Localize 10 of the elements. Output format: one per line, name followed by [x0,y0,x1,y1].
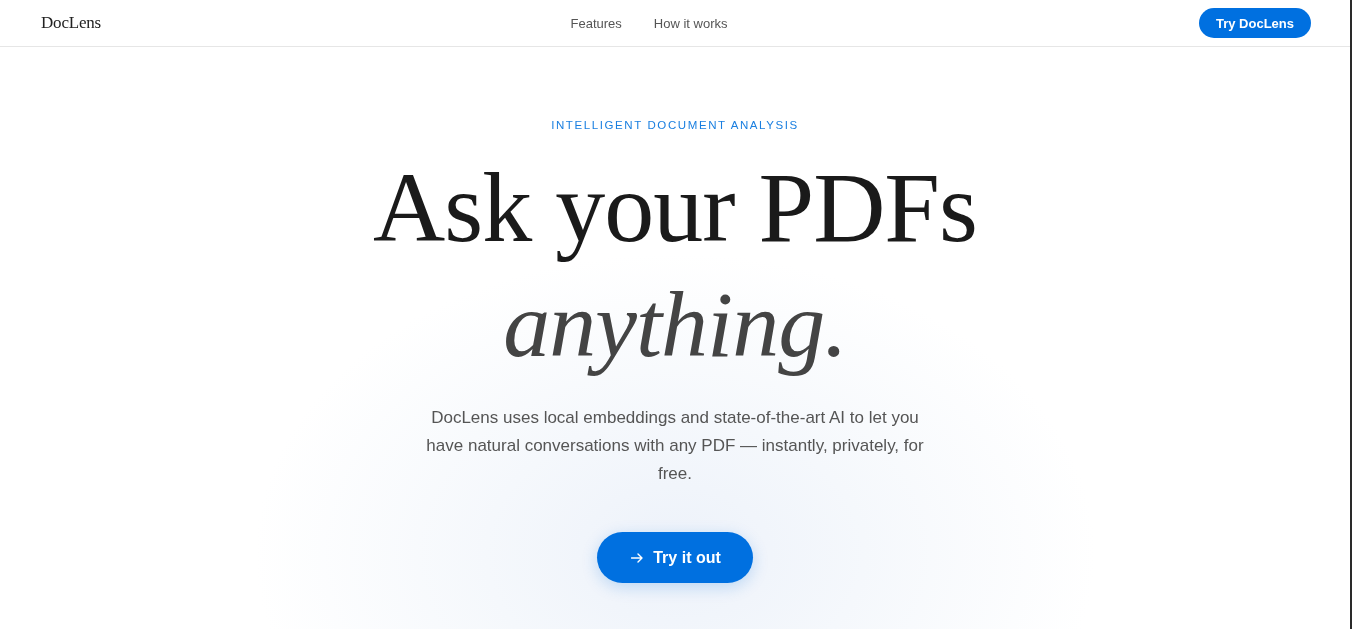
arrow-right-icon [631,552,644,563]
nav-link[interactable]: Features [570,15,622,31]
nav-link[interactable]: How it works [653,15,728,31]
headline: Ask your PDFs [373,153,977,263]
eyebrow-text: INTELLIGENT DOCUMENT ANALYSIS [551,118,799,133]
try-it-out-button[interactable]: Try it out [597,532,753,583]
headline-emphasis: anything. [503,271,847,378]
hero-description: DocLens uses local embeddings and state-of-the-art AI to let you have natural conversations with any PDF — instantly, privately, for free. [425,407,925,485]
logo-text[interactable]: DocLens [41,13,101,33]
try-button[interactable]: Try DocLens [1198,8,1311,38]
